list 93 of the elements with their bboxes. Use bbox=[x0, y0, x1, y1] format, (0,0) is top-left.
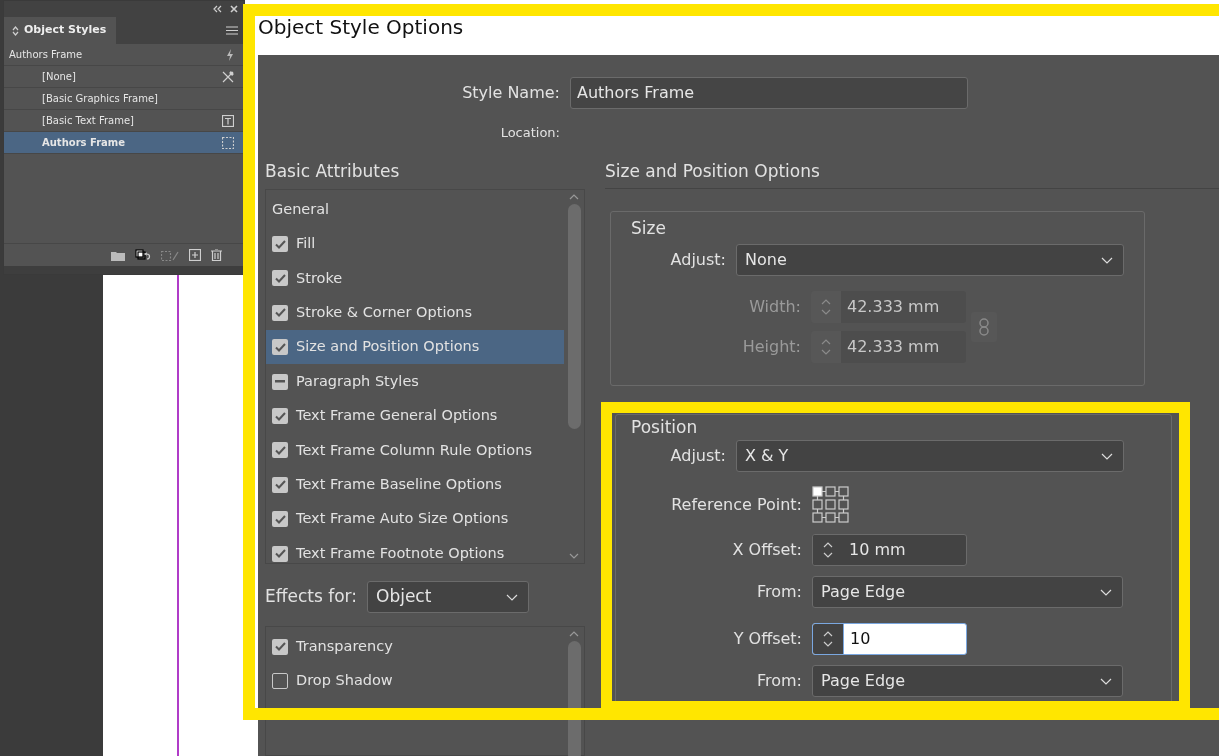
group-legend: Position bbox=[631, 416, 698, 437]
close-icon[interactable] bbox=[230, 5, 238, 13]
text-frame-icon bbox=[222, 114, 234, 127]
checkbox[interactable] bbox=[272, 373, 288, 390]
check-icon bbox=[274, 273, 286, 283]
attribute-label: Text Frame General Options bbox=[296, 406, 498, 426]
lightning-icon bbox=[226, 48, 234, 61]
attribute-item[interactable]: Stroke & Corner Options bbox=[266, 295, 564, 331]
attribute-item[interactable]: Size and Position Options bbox=[266, 330, 564, 365]
check-icon bbox=[274, 549, 286, 559]
attribute-item[interactable]: Stroke bbox=[266, 261, 564, 296]
checkbox[interactable] bbox=[272, 476, 288, 493]
check-icon bbox=[274, 514, 286, 524]
scroll-down-icon bbox=[569, 552, 579, 559]
style-item[interactable]: Authors Frame bbox=[4, 132, 244, 154]
attribute-label: Text Frame Footnote Options bbox=[296, 543, 505, 563]
field-label: Effects for: bbox=[265, 584, 357, 608]
check-icon bbox=[274, 445, 286, 455]
x-offset-field[interactable]: 10 mm bbox=[812, 533, 967, 566]
group-legend: Size bbox=[631, 217, 666, 238]
attribute-label: Size and Position Options bbox=[296, 337, 480, 357]
y-offset-field[interactable]: 10 bbox=[812, 622, 967, 655]
collapse-icon[interactable] bbox=[212, 5, 222, 13]
check-icon bbox=[274, 239, 286, 249]
attribute-label: Text Frame Baseline Options bbox=[296, 474, 502, 494]
effect-label: Transparency bbox=[296, 636, 393, 656]
checkbox[interactable] bbox=[272, 545, 288, 562]
current-style-name: Authors Frame bbox=[9, 48, 83, 62]
attribute-item[interactable]: Paragraph Styles bbox=[266, 364, 564, 399]
checkbox[interactable] bbox=[272, 270, 288, 287]
attribute-item[interactable]: Text Frame Footnote Options bbox=[266, 536, 564, 571]
field-label: Reference Point: bbox=[670, 493, 802, 516]
attribute-label: Stroke & Corner Options bbox=[296, 303, 473, 322]
check-icon bbox=[274, 411, 286, 421]
attribute-item[interactable]: Text Frame Baseline Options bbox=[266, 467, 564, 502]
style-item[interactable]: [Basic Graphics Frame] bbox=[4, 88, 244, 110]
cross-icon bbox=[222, 70, 234, 83]
trash-icon[interactable] bbox=[211, 249, 222, 261]
checkbox[interactable] bbox=[272, 511, 288, 528]
dialog-title: Object Style Options bbox=[257, 14, 465, 41]
attribute-label: Paragraph Styles bbox=[296, 371, 419, 391]
checkbox[interactable] bbox=[272, 304, 288, 321]
from-dropdown[interactable]: Page Edge bbox=[812, 575, 1123, 608]
folder-icon[interactable] bbox=[111, 249, 125, 261]
location-label: Location: bbox=[499, 124, 560, 142]
attribute-label: Text Frame Auto Size Options bbox=[296, 509, 509, 529]
section-heading: Size and Position Options bbox=[605, 160, 820, 181]
check-icon bbox=[274, 342, 286, 352]
style-item[interactable]: [None] bbox=[4, 66, 244, 88]
attribute-item[interactable]: Fill bbox=[266, 226, 564, 262]
field-label: Width: bbox=[748, 295, 801, 318]
link-icon bbox=[979, 317, 989, 336]
attribute-label: Fill bbox=[296, 234, 316, 254]
field-label: From: bbox=[755, 669, 802, 692]
panel-tab[interactable]: Object Styles bbox=[4, 17, 117, 44]
attribute-item[interactable]: Text Frame General Options bbox=[266, 398, 564, 434]
field-label: Adjust: bbox=[669, 248, 726, 271]
field-label: Height: bbox=[741, 335, 801, 358]
attribute-item[interactable]: General bbox=[266, 192, 564, 227]
reference-point-icon[interactable] bbox=[812, 485, 850, 524]
attribute-label: Text Frame Column Rule Options bbox=[296, 440, 532, 460]
style-name-field[interactable]: Authors Frame bbox=[570, 77, 968, 109]
effect-label: Drop Shadow bbox=[296, 671, 393, 691]
menu-icon[interactable] bbox=[226, 26, 238, 35]
clear-overrides-icon[interactable] bbox=[135, 249, 151, 261]
checkbox[interactable] bbox=[272, 339, 288, 356]
check-icon bbox=[274, 642, 286, 652]
field-label: Adjust: bbox=[669, 444, 726, 467]
attribute-item[interactable]: Text Frame Auto Size Options bbox=[266, 502, 564, 537]
checkbox[interactable] bbox=[272, 408, 288, 425]
checkbox[interactable] bbox=[272, 673, 288, 690]
field-label: Y Offset: bbox=[732, 627, 802, 650]
attribute-item[interactable]: Text Frame Column Rule Options bbox=[266, 433, 564, 468]
checkbox[interactable] bbox=[272, 442, 288, 459]
field-label: Style Name: bbox=[461, 82, 560, 104]
new-style-icon[interactable] bbox=[189, 249, 201, 261]
field-label: X Offset: bbox=[731, 538, 802, 561]
checkbox[interactable] bbox=[272, 638, 288, 655]
section-heading: Basic Attributes bbox=[265, 159, 401, 183]
from-dropdown[interactable]: Page Edge bbox=[812, 664, 1123, 697]
panel-gripper[interactable] bbox=[4, 266, 244, 274]
check-icon bbox=[274, 480, 286, 490]
scroll-up-icon bbox=[569, 193, 579, 200]
adjust-dropdown[interactable]: X & Y bbox=[736, 439, 1124, 472]
frame-icon bbox=[222, 136, 234, 149]
attribute-label: Stroke bbox=[296, 268, 343, 288]
sort-icon bbox=[12, 25, 19, 36]
check-icon bbox=[274, 308, 286, 318]
scroll-up-icon bbox=[569, 630, 579, 637]
effects-dropdown[interactable]: Object bbox=[367, 580, 529, 613]
checkbox[interactable] bbox=[272, 236, 288, 253]
minus-icon bbox=[275, 380, 285, 384]
field-label: From: bbox=[755, 580, 802, 603]
